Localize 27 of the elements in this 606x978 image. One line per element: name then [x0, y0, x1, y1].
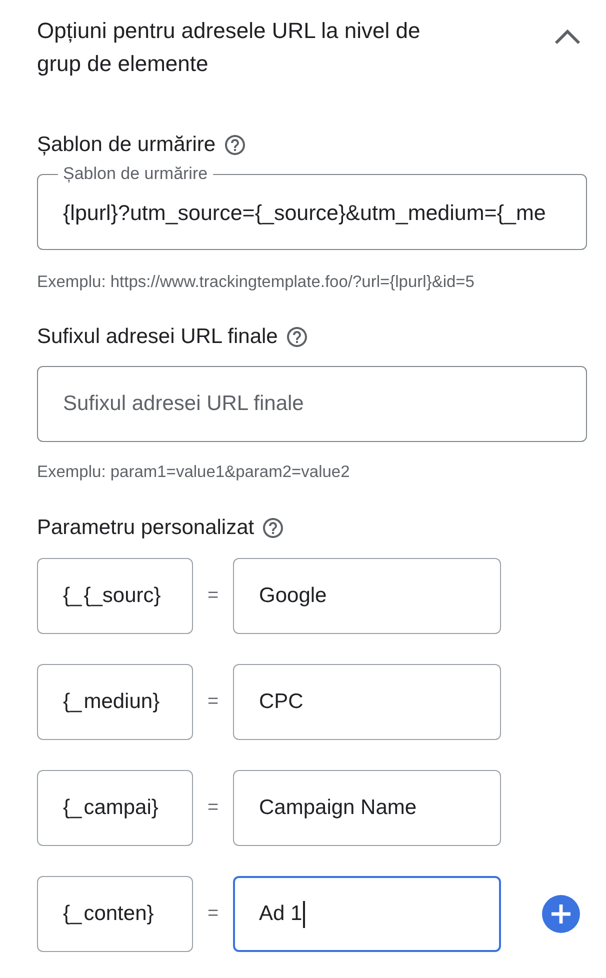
parameter-key-field[interactable]: {_conten}	[37, 876, 193, 952]
help-icon[interactable]	[286, 327, 307, 347]
field-heading: Sufixul adresei URL finale	[37, 324, 278, 350]
parameter-key-field[interactable]: {_mediun}	[37, 664, 193, 740]
section-title: Opțiuni pentru adresele URL la nivel de grup de elemente	[37, 17, 422, 78]
parameter-key-field[interactable]: {_{_sourc}	[37, 558, 193, 634]
parameter-key-field[interactable]: {_campai}	[37, 770, 193, 846]
equals-sign: =	[206, 903, 220, 925]
help-icon[interactable]	[224, 135, 245, 155]
equals-sign: =	[206, 691, 220, 713]
url-suffix-field[interactable]: Sufixul adresei URL finale	[37, 366, 587, 442]
equals-sign: =	[206, 797, 220, 819]
field-heading: Șablon de urmărire	[37, 132, 216, 158]
add-plus-icon[interactable]	[542, 895, 580, 933]
chevron-up-icon[interactable]	[554, 29, 581, 45]
helper-text: Exemplu: https://www.trackingtemplate.foo/?url={lpurl}&id=5	[37, 272, 476, 292]
parameter-value-field[interactable]: CPC	[233, 664, 501, 740]
field-label: Șablon de urmărire	[62, 164, 209, 184]
text-cursor-icon	[303, 900, 306, 928]
parameter-value-field[interactable]: Ad 1	[233, 876, 501, 952]
parameter-value-field[interactable]: Campaign Name	[233, 770, 501, 846]
tracking-template-field[interactable]: Șablon de urmărire {lpurl}?utm_source={_source}&utm_medium={_me	[37, 164, 587, 250]
equals-sign: =	[206, 585, 220, 607]
helper-text: Exemplu: param1=value1&param2=value2	[37, 462, 351, 482]
help-icon[interactable]	[263, 518, 284, 538]
field-heading: Parametru personalizat	[37, 515, 254, 541]
parameter-value-field[interactable]: Google	[233, 558, 501, 634]
